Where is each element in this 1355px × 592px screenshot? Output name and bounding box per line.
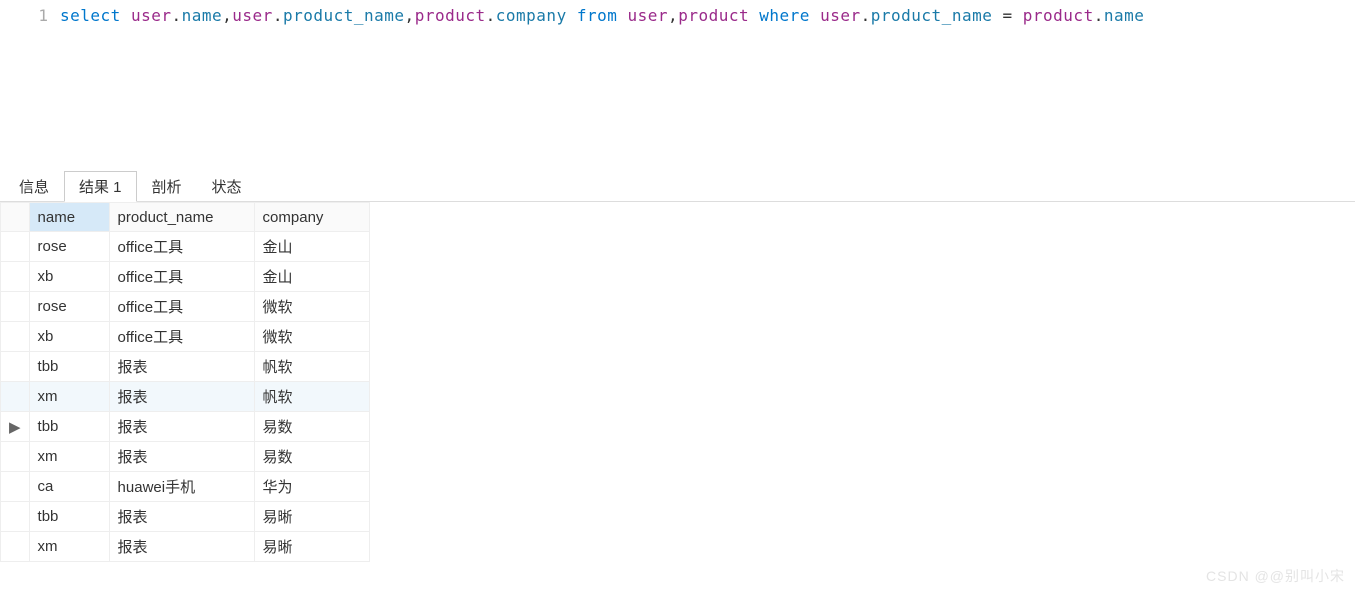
tab-2[interactable]: 剖析 (137, 171, 197, 201)
row-marker (1, 382, 30, 412)
row-marker (1, 352, 30, 382)
cell[interactable]: 报表 (109, 382, 254, 412)
sql-token-tbl: user (820, 6, 861, 25)
table-row[interactable]: xboffice工具金山 (1, 262, 370, 292)
row-marker: ▶ (1, 412, 30, 442)
sql-token-tbl: user (232, 6, 273, 25)
cell[interactable]: rose (29, 232, 109, 262)
row-marker (1, 472, 30, 502)
cell[interactable]: 报表 (109, 442, 254, 472)
cell[interactable]: ca (29, 472, 109, 502)
cell[interactable]: xm (29, 442, 109, 472)
table-row[interactable]: xm报表易数 (1, 442, 370, 472)
cell[interactable]: xb (29, 322, 109, 352)
sql-token-punc: , (222, 6, 232, 25)
row-marker-header (1, 203, 30, 232)
cell[interactable]: tbb (29, 412, 109, 442)
result-grid[interactable]: nameproduct_namecompany roseoffice工具金山xb… (0, 202, 370, 562)
cell[interactable]: 易晰 (254, 502, 369, 532)
line-number: 1 (0, 6, 48, 25)
result-grid-wrap: nameproduct_namecompany roseoffice工具金山xb… (0, 202, 1355, 562)
cell[interactable]: 报表 (109, 412, 254, 442)
sql-token-tbl: user (628, 6, 669, 25)
tab-0[interactable]: 信息 (4, 171, 64, 201)
sql-token-col: company (496, 6, 567, 25)
cell[interactable]: 易数 (254, 442, 369, 472)
sql-token-tbl: product (1023, 6, 1094, 25)
cell[interactable]: 微软 (254, 322, 369, 352)
sql-token-tbl: user (131, 6, 172, 25)
cell[interactable]: 易晰 (254, 532, 369, 562)
cell[interactable]: 金山 (254, 232, 369, 262)
sql-token-col: name (182, 6, 223, 25)
sql-token-kw: select (60, 6, 121, 25)
tab-3[interactable]: 状态 (197, 171, 257, 201)
cell[interactable]: 帆软 (254, 352, 369, 382)
cell[interactable]: xm (29, 382, 109, 412)
sql-token-col: name (1104, 6, 1145, 25)
table-row[interactable]: ▶tbb报表易数 (1, 412, 370, 442)
col-header-product_name[interactable]: product_name (109, 203, 254, 232)
cell[interactable]: 易数 (254, 412, 369, 442)
watermark: CSDN @@别叫小宋 (1206, 566, 1345, 586)
cell[interactable]: xm (29, 532, 109, 562)
cell[interactable]: office工具 (109, 262, 254, 292)
sql-token-op: = (1002, 6, 1012, 25)
sql-token-tbl: product (415, 6, 486, 25)
table-row[interactable]: roseoffice工具金山 (1, 232, 370, 262)
sql-token-dot: . (171, 6, 181, 25)
table-row[interactable]: tbb报表易晰 (1, 502, 370, 532)
cell[interactable]: tbb (29, 352, 109, 382)
cell[interactable]: huawei手机 (109, 472, 254, 502)
sql-token-tbl: product (678, 6, 749, 25)
sql-token-kw: where (759, 6, 810, 25)
table-row[interactable]: tbb报表帆软 (1, 352, 370, 382)
cell[interactable]: 报表 (109, 532, 254, 562)
table-row[interactable]: cahuawei手机华为 (1, 472, 370, 502)
sql-token-kw: from (577, 6, 618, 25)
sql-token-col: product_name (871, 6, 993, 25)
row-marker (1, 322, 30, 352)
cell[interactable]: 华为 (254, 472, 369, 502)
result-tabs: 信息结果 1剖析状态 (0, 170, 1355, 202)
cell[interactable]: office工具 (109, 322, 254, 352)
sql-token-dot: . (273, 6, 283, 25)
sql-token-punc: , (405, 6, 415, 25)
cell[interactable]: 报表 (109, 502, 254, 532)
sql-token-dot: . (486, 6, 496, 25)
row-marker (1, 232, 30, 262)
row-marker (1, 532, 30, 562)
cell[interactable]: office工具 (109, 232, 254, 262)
cell[interactable]: 帆软 (254, 382, 369, 412)
sql-token-col: product_name (283, 6, 405, 25)
sql-token-dot: . (1094, 6, 1104, 25)
cell[interactable]: 微软 (254, 292, 369, 322)
table-row[interactable]: xm报表帆软 (1, 382, 370, 412)
sql-editor[interactable]: 1 select user.name,user.product_name,pro… (0, 0, 1355, 170)
sql-token-dot: . (861, 6, 871, 25)
row-marker (1, 262, 30, 292)
tab-1[interactable]: 结果 1 (64, 171, 137, 202)
cell[interactable]: office工具 (109, 292, 254, 322)
cell[interactable]: tbb (29, 502, 109, 532)
sql-token-punc: , (668, 6, 678, 25)
col-header-company[interactable]: company (254, 203, 369, 232)
cell[interactable]: 报表 (109, 352, 254, 382)
cell[interactable]: 金山 (254, 262, 369, 292)
cell[interactable]: rose (29, 292, 109, 322)
row-marker (1, 292, 30, 322)
table-row[interactable]: roseoffice工具微软 (1, 292, 370, 322)
row-marker (1, 502, 30, 532)
table-row[interactable]: xboffice工具微软 (1, 322, 370, 352)
cell[interactable]: xb (29, 262, 109, 292)
row-marker (1, 442, 30, 472)
line-gutter: 1 (0, 0, 60, 170)
table-row[interactable]: xm报表易晰 (1, 532, 370, 562)
col-header-name[interactable]: name (29, 203, 109, 232)
sql-code[interactable]: select user.name,user.product_name,produ… (60, 0, 1144, 170)
